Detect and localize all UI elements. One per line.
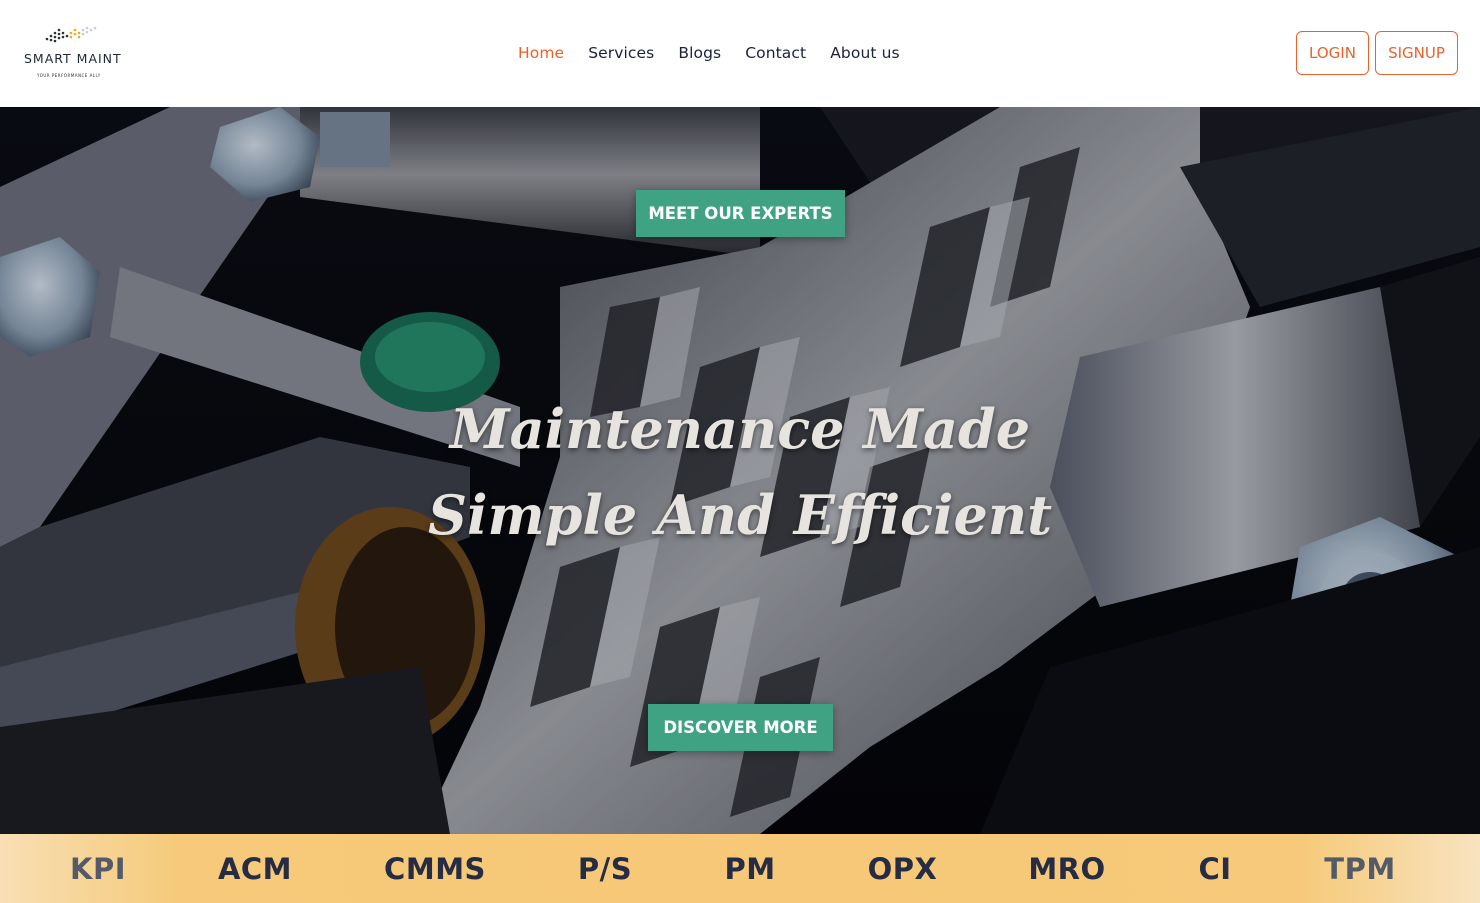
ticker-item-ci: CI — [1198, 852, 1232, 886]
logo-dots-icon — [45, 26, 97, 43]
brand-logo[interactable]: SMART MAINT YOUR PERFORMANCE ALLY — [22, 22, 128, 84]
site-header: SMART MAINT YOUR PERFORMANCE ALLY Home S… — [0, 0, 1480, 107]
ticker-item-opx: OPX — [867, 852, 938, 886]
ticker-item-mro: MRO — [1028, 852, 1106, 886]
ticker-item-kpi: KPI — [69, 852, 127, 886]
login-button[interactable]: LOGIN — [1296, 31, 1369, 75]
nav-blogs[interactable]: Blogs — [678, 44, 721, 62]
meet-our-experts-button[interactable]: MEET OUR EXPERTS — [636, 190, 845, 237]
hero-title-line-1: Maintenance Made — [449, 397, 1031, 461]
nav-services[interactable]: Services — [588, 44, 654, 62]
ticker-item-ps: P/S — [577, 852, 633, 886]
signup-button[interactable]: SIGNUP — [1375, 31, 1458, 75]
brand-name: SMART MAINT — [24, 51, 122, 66]
nav-about-us[interactable]: About us — [830, 44, 899, 62]
nav-contact[interactable]: Contact — [745, 44, 806, 62]
brand-tagline: YOUR PERFORMANCE ALLY — [37, 73, 101, 78]
ticker-item-tpm: TPM — [1324, 852, 1396, 886]
ticker-item-pm: PM — [724, 852, 776, 886]
nav-home[interactable]: Home — [518, 44, 564, 62]
main-nav: Home Services Blogs Contact About us — [512, 40, 906, 66]
hero-title-line-2: Simple And Efficient — [427, 483, 1053, 547]
ticker-item-acm: ACM — [217, 852, 293, 886]
discover-more-button[interactable]: DISCOVER MORE — [648, 704, 833, 751]
acronym-ticker: KPI ACM CMMS P/S PM OPX MRO CI TPM — [0, 834, 1480, 903]
hero-banner: MEET OUR EXPERTS Maintenance Made Simple… — [0, 107, 1480, 834]
ticker-item-cmms: CMMS — [384, 852, 486, 886]
